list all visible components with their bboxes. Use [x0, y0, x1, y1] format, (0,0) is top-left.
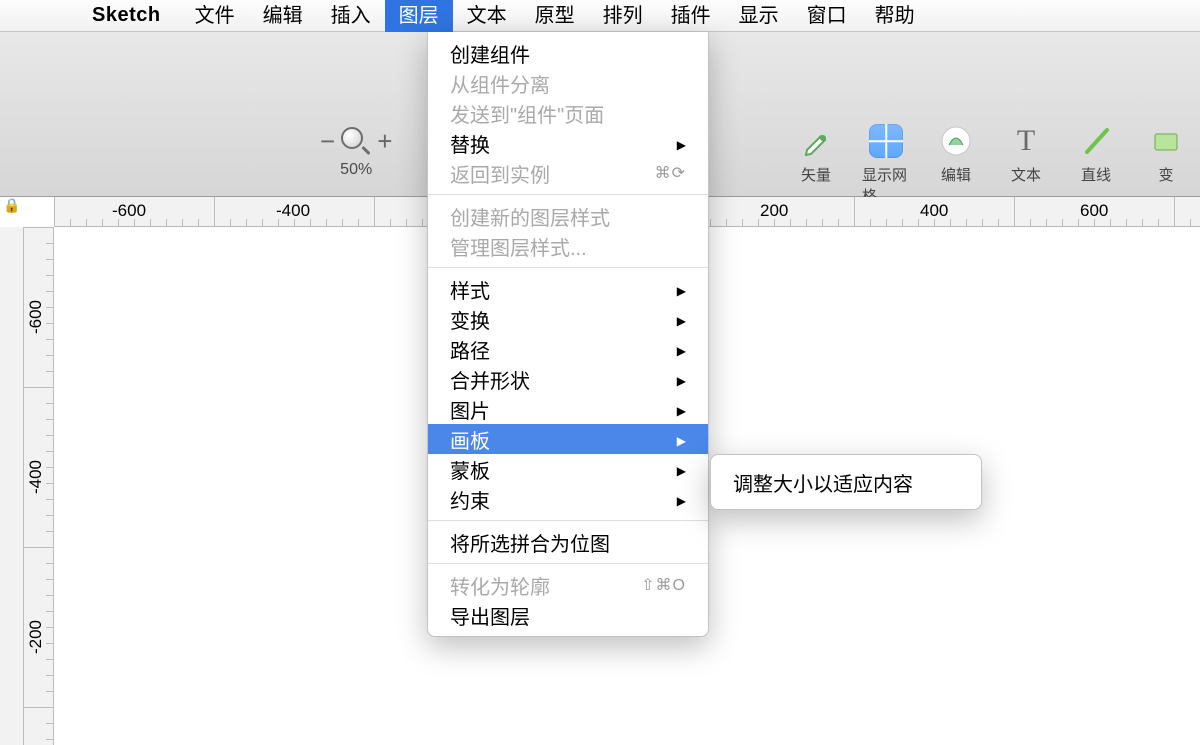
- zoom-percent: 50%: [340, 161, 372, 179]
- zoom-out-button[interactable]: −: [320, 126, 335, 157]
- tool-transform[interactable]: 变: [1142, 124, 1190, 206]
- menu-artboard[interactable]: 画板: [428, 424, 708, 454]
- submenu-arrow-icon: [677, 132, 686, 155]
- menu-arrange[interactable]: 排列: [589, 0, 657, 32]
- tool-vector[interactable]: 矢量: [792, 124, 840, 206]
- ruler-h-label: -400: [276, 201, 310, 221]
- tool-icons: 矢量 显示网格 编辑 T 文本 直线 变: [792, 124, 1190, 206]
- tool-label: 矢量: [801, 164, 831, 185]
- tool-text[interactable]: T 文本: [1002, 124, 1050, 206]
- menu-window[interactable]: 窗口: [793, 0, 861, 32]
- menu-path[interactable]: 路径: [428, 334, 708, 364]
- tool-label: 编辑: [941, 164, 971, 185]
- submenu-arrow-icon: [677, 458, 686, 481]
- magnifier-icon[interactable]: [341, 127, 371, 157]
- submenu-resize-fit[interactable]: 调整大小以适应内容: [711, 465, 981, 499]
- submenu-arrow-icon: [677, 428, 686, 451]
- line-icon: [1079, 124, 1113, 158]
- menu-style[interactable]: 样式: [428, 274, 708, 304]
- artboard-submenu: 调整大小以适应内容: [710, 454, 982, 510]
- edit-icon: [939, 124, 973, 158]
- menu-layer[interactable]: 图层: [385, 0, 453, 32]
- ruler-vertical[interactable]: -600 -400 -200: [24, 227, 54, 745]
- menu-flatten-bitmap[interactable]: 将所选拼合为位图: [428, 527, 708, 557]
- layer-menu-dropdown: 创建组件 从组件分离 发送到"组件"页面 替换 返回到实例⌘⟳ 创建新的图层样式…: [427, 32, 709, 637]
- ruler-h-label: 600: [1080, 201, 1108, 221]
- menu-prototype[interactable]: 原型: [521, 0, 589, 32]
- ruler-v-label: -600: [26, 300, 46, 334]
- tool-edit[interactable]: 编辑: [932, 124, 980, 206]
- menu-plugins[interactable]: 插件: [657, 0, 725, 32]
- menu-edit[interactable]: 编辑: [249, 0, 317, 32]
- menu-image[interactable]: 图片: [428, 394, 708, 424]
- app-name[interactable]: Sketch: [92, 4, 161, 27]
- pen-icon: [799, 124, 833, 158]
- menu-replace[interactable]: 替换: [428, 128, 708, 158]
- menu-mask[interactable]: 蒙板: [428, 454, 708, 484]
- menu-return-instance: 返回到实例⌘⟳: [428, 158, 708, 188]
- tool-label: 直线: [1081, 164, 1111, 185]
- menu-create-symbol[interactable]: 创建组件: [428, 38, 708, 68]
- ruler-h-label: -600: [112, 201, 146, 221]
- menu-detach-symbol: 从组件分离: [428, 68, 708, 98]
- menu-help[interactable]: 帮助: [861, 0, 929, 32]
- menu-export-layer[interactable]: 导出图层: [428, 600, 708, 630]
- submenu-arrow-icon: [677, 488, 686, 511]
- menu-constraint[interactable]: 约束: [428, 484, 708, 514]
- menu-combine[interactable]: 合并形状: [428, 364, 708, 394]
- menu-send-to-symbols: 发送到"组件"页面: [428, 98, 708, 128]
- ruler-v-label: -200: [26, 620, 46, 654]
- submenu-arrow-icon: [677, 368, 686, 391]
- zoom-in-button[interactable]: +: [377, 126, 392, 157]
- ruler-v-label: -400: [26, 460, 46, 494]
- zoom-control: − + 50%: [320, 126, 392, 179]
- menu-insert[interactable]: 插入: [317, 0, 385, 32]
- ruler-h-label: 200: [760, 201, 788, 221]
- tool-label: 文本: [1011, 164, 1041, 185]
- grid-icon: [869, 124, 903, 158]
- tool-grid[interactable]: 显示网格: [862, 124, 910, 206]
- menu-new-layer-style: 创建新的图层样式: [428, 201, 708, 231]
- text-icon: T: [1009, 124, 1043, 158]
- menu-manage-layer-style: 管理图层样式...: [428, 231, 708, 261]
- ruler-h-label: 400: [920, 201, 948, 221]
- tool-label: 变: [1158, 164, 1173, 185]
- tool-line[interactable]: 直线: [1072, 124, 1120, 206]
- menu-convert-outline: 转化为轮廓⇧⌘O: [428, 570, 708, 600]
- submenu-arrow-icon: [677, 278, 686, 301]
- transform-icon: [1149, 124, 1183, 158]
- menu-transform[interactable]: 变换: [428, 304, 708, 334]
- menu-view[interactable]: 显示: [725, 0, 793, 32]
- menu-file[interactable]: 文件: [181, 0, 249, 32]
- menubar: Sketch 文件 编辑 插入 图层 文本 原型 排列 插件 显示 窗口 帮助: [0, 0, 1200, 32]
- submenu-arrow-icon: [677, 308, 686, 331]
- menu-text[interactable]: 文本: [453, 0, 521, 32]
- submenu-arrow-icon: [677, 398, 686, 421]
- lock-icon[interactable]: 🔒: [0, 197, 24, 214]
- submenu-arrow-icon: [677, 338, 686, 361]
